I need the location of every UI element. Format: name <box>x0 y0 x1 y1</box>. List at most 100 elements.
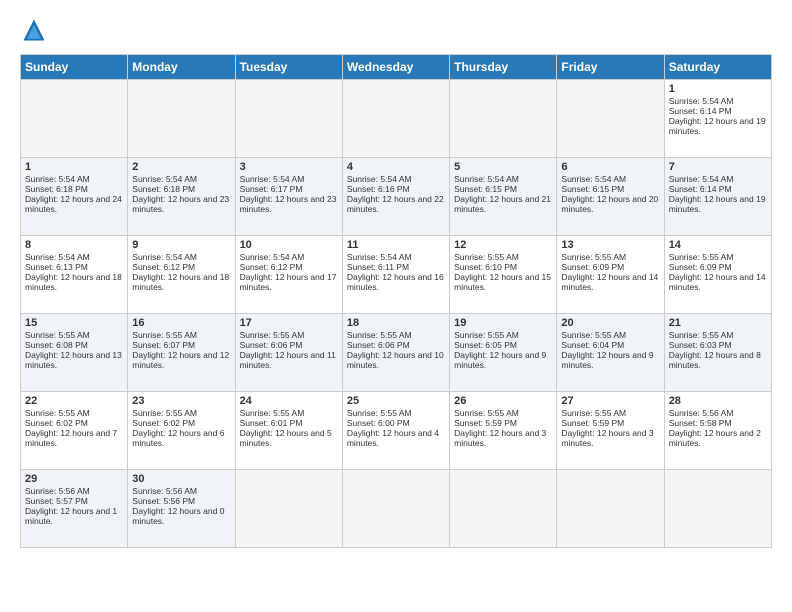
calendar-row-4: 22Sunrise: 5:55 AMSunset: 6:02 PMDayligh… <box>21 392 772 470</box>
sunset-text: Sunset: 6:06 PM <box>347 340 410 350</box>
sunset-text: Sunset: 6:04 PM <box>561 340 624 350</box>
sunrise-text: Sunrise: 5:55 AM <box>132 408 197 418</box>
calendar-cell: 19Sunrise: 5:55 AMSunset: 6:05 PMDayligh… <box>450 314 557 392</box>
day-number: 9 <box>132 239 230 251</box>
calendar-cell: 29Sunrise: 5:56 AMSunset: 5:57 PMDayligh… <box>21 470 128 548</box>
sunrise-text: Sunrise: 5:55 AM <box>347 408 412 418</box>
daylight-text: Daylight: 12 hours and 10 minutes. <box>347 350 444 370</box>
calendar-cell: 30Sunrise: 5:56 AMSunset: 5:56 PMDayligh… <box>128 470 235 548</box>
day-number: 23 <box>132 395 230 407</box>
day-number: 12 <box>454 239 552 251</box>
calendar-cell <box>235 80 342 158</box>
day-number: 14 <box>669 239 767 251</box>
daylight-text: Daylight: 12 hours and 18 minutes. <box>132 272 229 292</box>
daylight-text: Daylight: 12 hours and 22 minutes. <box>347 194 444 214</box>
calendar-cell: 28Sunrise: 5:56 AMSunset: 5:58 PMDayligh… <box>664 392 771 470</box>
sunrise-text: Sunrise: 5:55 AM <box>669 252 734 262</box>
daylight-text: Daylight: 12 hours and 9 minutes. <box>561 350 653 370</box>
calendar-cell: 23Sunrise: 5:55 AMSunset: 6:02 PMDayligh… <box>128 392 235 470</box>
day-number: 21 <box>669 317 767 329</box>
day-number: 8 <box>25 239 123 251</box>
calendar-cell: 25Sunrise: 5:55 AMSunset: 6:00 PMDayligh… <box>342 392 449 470</box>
sunset-text: Sunset: 5:58 PM <box>669 418 732 428</box>
calendar-cell: 24Sunrise: 5:55 AMSunset: 6:01 PMDayligh… <box>235 392 342 470</box>
day-number: 25 <box>347 395 445 407</box>
calendar-cell: 9Sunrise: 5:54 AMSunset: 6:12 PMDaylight… <box>128 236 235 314</box>
calendar-row-1: 1Sunrise: 5:54 AMSunset: 6:18 PMDaylight… <box>21 158 772 236</box>
sunset-text: Sunset: 6:12 PM <box>240 262 303 272</box>
day-number: 2 <box>132 161 230 173</box>
daylight-text: Daylight: 12 hours and 18 minutes. <box>25 272 122 292</box>
sunrise-text: Sunrise: 5:56 AM <box>25 486 90 496</box>
sunset-text: Sunset: 5:59 PM <box>454 418 517 428</box>
calendar-cell <box>450 80 557 158</box>
day-number: 22 <box>25 395 123 407</box>
daylight-text: Daylight: 12 hours and 23 minutes. <box>240 194 337 214</box>
sunrise-text: Sunrise: 5:55 AM <box>240 330 305 340</box>
sunset-text: Sunset: 6:10 PM <box>454 262 517 272</box>
daylight-text: Daylight: 12 hours and 13 minutes. <box>25 350 122 370</box>
daylight-text: Daylight: 12 hours and 9 minutes. <box>454 350 546 370</box>
daylight-text: Daylight: 12 hours and 12 minutes. <box>132 350 229 370</box>
daylight-text: Daylight: 12 hours and 23 minutes. <box>132 194 229 214</box>
daylight-text: Daylight: 12 hours and 0 minutes. <box>132 506 224 526</box>
sunset-text: Sunset: 6:02 PM <box>25 418 88 428</box>
daylight-text: Daylight: 12 hours and 7 minutes. <box>25 428 117 448</box>
sunrise-text: Sunrise: 5:55 AM <box>25 330 90 340</box>
col-header-sunday: Sunday <box>21 55 128 80</box>
day-number: 19 <box>454 317 552 329</box>
sunset-text: Sunset: 6:18 PM <box>132 184 195 194</box>
daylight-text: Daylight: 12 hours and 20 minutes. <box>561 194 658 214</box>
calendar-cell: 12Sunrise: 5:55 AMSunset: 6:10 PMDayligh… <box>450 236 557 314</box>
calendar-page: SundayMondayTuesdayWednesdayThursdayFrid… <box>0 0 792 612</box>
calendar-cell: 21Sunrise: 5:55 AMSunset: 6:03 PMDayligh… <box>664 314 771 392</box>
daylight-text: Daylight: 12 hours and 19 minutes. <box>669 116 766 136</box>
sunrise-text: Sunrise: 5:55 AM <box>561 408 626 418</box>
sunrise-text: Sunrise: 5:56 AM <box>669 408 734 418</box>
calendar-cell: 7Sunrise: 5:54 AMSunset: 6:14 PMDaylight… <box>664 158 771 236</box>
calendar-cell: 22Sunrise: 5:55 AMSunset: 6:02 PMDayligh… <box>21 392 128 470</box>
calendar-cell: 14Sunrise: 5:55 AMSunset: 6:09 PMDayligh… <box>664 236 771 314</box>
day-number: 18 <box>347 317 445 329</box>
day-number: 26 <box>454 395 552 407</box>
day-number: 10 <box>240 239 338 251</box>
day-number: 11 <box>347 239 445 251</box>
day-number: 7 <box>669 161 767 173</box>
daylight-text: Daylight: 12 hours and 5 minutes. <box>240 428 332 448</box>
calendar-row-0: 1Sunrise: 5:54 AMSunset: 6:14 PMDaylight… <box>21 80 772 158</box>
calendar-cell: 20Sunrise: 5:55 AMSunset: 6:04 PMDayligh… <box>557 314 664 392</box>
sunrise-text: Sunrise: 5:54 AM <box>561 174 626 184</box>
day-number: 16 <box>132 317 230 329</box>
sunset-text: Sunset: 6:06 PM <box>240 340 303 350</box>
day-number: 30 <box>132 473 230 485</box>
sunrise-text: Sunrise: 5:54 AM <box>25 174 90 184</box>
daylight-text: Daylight: 12 hours and 1 minute. <box>25 506 117 526</box>
daylight-text: Daylight: 12 hours and 14 minutes. <box>669 272 766 292</box>
daylight-text: Daylight: 12 hours and 14 minutes. <box>561 272 658 292</box>
sunrise-text: Sunrise: 5:56 AM <box>132 486 197 496</box>
calendar-cell <box>450 470 557 548</box>
calendar-table: SundayMondayTuesdayWednesdayThursdayFrid… <box>20 54 772 548</box>
col-header-thursday: Thursday <box>450 55 557 80</box>
sunset-text: Sunset: 6:05 PM <box>454 340 517 350</box>
calendar-cell <box>235 470 342 548</box>
sunrise-text: Sunrise: 5:54 AM <box>132 174 197 184</box>
calendar-cell <box>664 470 771 548</box>
sunrise-text: Sunrise: 5:54 AM <box>132 252 197 262</box>
sunset-text: Sunset: 6:11 PM <box>347 262 409 272</box>
day-number: 3 <box>240 161 338 173</box>
calendar-cell: 1Sunrise: 5:54 AMSunset: 6:14 PMDaylight… <box>664 80 771 158</box>
sunrise-text: Sunrise: 5:55 AM <box>347 330 412 340</box>
calendar-cell: 26Sunrise: 5:55 AMSunset: 5:59 PMDayligh… <box>450 392 557 470</box>
day-number: 15 <box>25 317 123 329</box>
calendar-cell: 1Sunrise: 5:54 AMSunset: 6:18 PMDaylight… <box>21 158 128 236</box>
daylight-text: Daylight: 12 hours and 16 minutes. <box>347 272 444 292</box>
daylight-text: Daylight: 12 hours and 15 minutes. <box>454 272 551 292</box>
day-number: 1 <box>25 161 123 173</box>
sunrise-text: Sunrise: 5:55 AM <box>240 408 305 418</box>
calendar-row-5: 29Sunrise: 5:56 AMSunset: 5:57 PMDayligh… <box>21 470 772 548</box>
sunrise-text: Sunrise: 5:55 AM <box>561 252 626 262</box>
col-header-tuesday: Tuesday <box>235 55 342 80</box>
sunrise-text: Sunrise: 5:55 AM <box>561 330 626 340</box>
day-number: 20 <box>561 317 659 329</box>
